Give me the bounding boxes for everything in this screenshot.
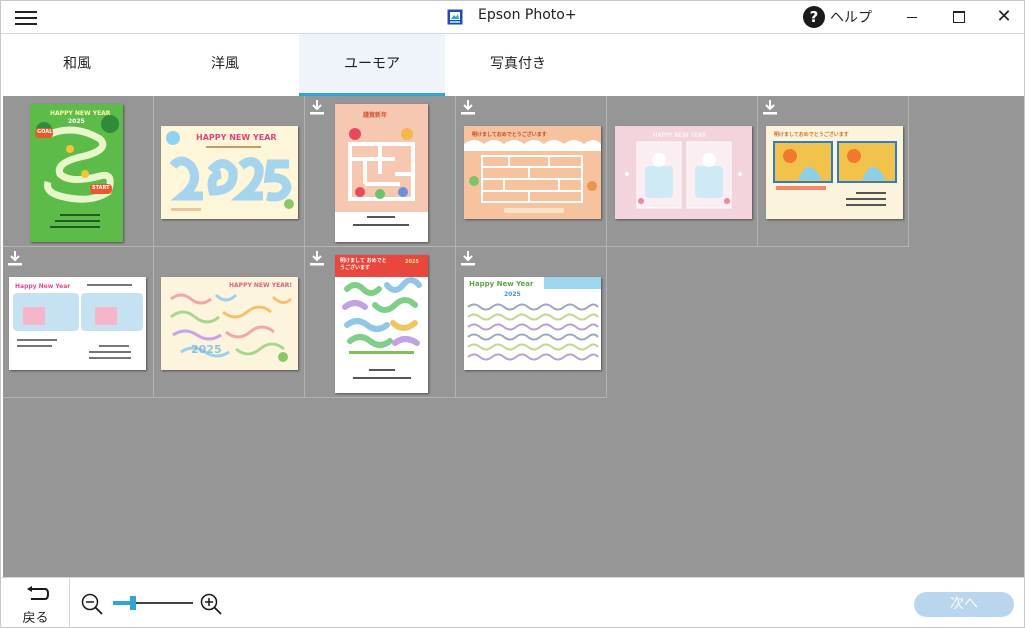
template-thumbnail: 明けましておめでとうございます [464, 126, 601, 219]
tab-yofu[interactable]: 洋風 [152, 34, 298, 96]
template-thumbnail: Happy New Year 2025 [464, 277, 601, 370]
template-item[interactable]: HAPPY NEW YEAR 2025 GOAL START [3, 96, 154, 247]
template-thumbnail: HAPPY NEW YEAR [161, 126, 298, 219]
template-item[interactable]: HAPPY NEW YEAR [607, 96, 758, 247]
card-caption: Happy New Year [469, 280, 534, 288]
template-thumbnail: HAPPY NEW YEAR 2025 GOAL START [30, 104, 123, 242]
card-start-tag: START [92, 185, 110, 191]
tab-wafu[interactable]: 和風 [4, 34, 150, 96]
template-thumbnail: 明けまして おめでとうございます 2025 [335, 255, 428, 393]
window-title: Epson Photo+ [478, 7, 577, 23]
card-year: 2025 [504, 291, 521, 298]
category-tabs: 和風 洋風 ユーモア 写真付き [1, 34, 1024, 96]
next-button[interactable]: 次へ [914, 592, 1014, 617]
download-icon[interactable] [7, 250, 23, 268]
template-item[interactable]: HAPPY NEW YEAR [154, 96, 305, 247]
menu-icon[interactable] [15, 9, 37, 27]
template-item[interactable]: Happy New Year 2025 [456, 247, 607, 398]
help-button[interactable]: ヘルプ [830, 7, 872, 27]
download-icon[interactable] [460, 250, 476, 268]
zoom-in-icon[interactable] [200, 593, 222, 615]
template-thumbnail: 明けましておめでとうございます [766, 126, 903, 219]
card-year: 2025 [191, 343, 222, 356]
download-icon[interactable] [762, 99, 778, 117]
zoom-out-icon[interactable] [81, 593, 103, 615]
tab-with-photo[interactable]: 写真付き [445, 34, 591, 96]
minimize-button[interactable] [889, 1, 935, 33]
template-item[interactable]: HAPPY NEW YEAR! 2025 [154, 247, 305, 398]
maximize-button[interactable] [935, 1, 981, 33]
card-caption: 明けまして おめでとうございます [340, 258, 387, 271]
template-item[interactable]: 明けまして おめでとうございます 2025 [305, 247, 456, 398]
template-thumbnail: 謹賀新年 [335, 104, 428, 242]
template-item[interactable]: 明けましておめでとうございます [758, 96, 909, 247]
back-button[interactable]: 戻る [1, 578, 70, 628]
template-thumbnail: HAPPY NEW YEAR! 2025 [161, 277, 298, 370]
zoom-slider[interactable] [113, 596, 193, 610]
download-icon[interactable] [460, 99, 476, 117]
help-icon[interactable]: ? [803, 6, 825, 28]
template-grid: HAPPY NEW YEAR 2025 GOAL START HAPPY NEW… [3, 96, 1024, 577]
back-label: 戻る [22, 611, 49, 626]
template-thumbnail: Happy New Year [9, 277, 146, 370]
tab-humor[interactable]: ユーモア [299, 34, 445, 96]
close-button[interactable]: ✕ [981, 1, 1025, 33]
footer-bar: 戻る 次へ [1, 577, 1024, 628]
template-item[interactable]: 明けましておめでとうございます [456, 96, 607, 247]
back-arrow-icon [27, 586, 49, 600]
card-year: 2025 [405, 259, 419, 265]
slider-thumb[interactable] [130, 596, 136, 610]
download-icon[interactable] [309, 250, 325, 268]
template-item[interactable]: Happy New Year [3, 247, 154, 398]
title-bar: Epson Photo+ ? ヘルプ ✕ [1, 1, 1024, 34]
slider-fill [113, 601, 130, 605]
download-icon[interactable] [309, 99, 325, 117]
app-logo-icon [447, 9, 463, 25]
template-item[interactable]: 謹賀新年 [305, 96, 456, 247]
template-thumbnail: HAPPY NEW YEAR [615, 126, 752, 219]
card-goal-tag: GOAL [37, 129, 53, 135]
app-window: Epson Photo+ ? ヘルプ ✕ 和風 洋風 ユーモア 写真付き HAP… [0, 0, 1025, 628]
